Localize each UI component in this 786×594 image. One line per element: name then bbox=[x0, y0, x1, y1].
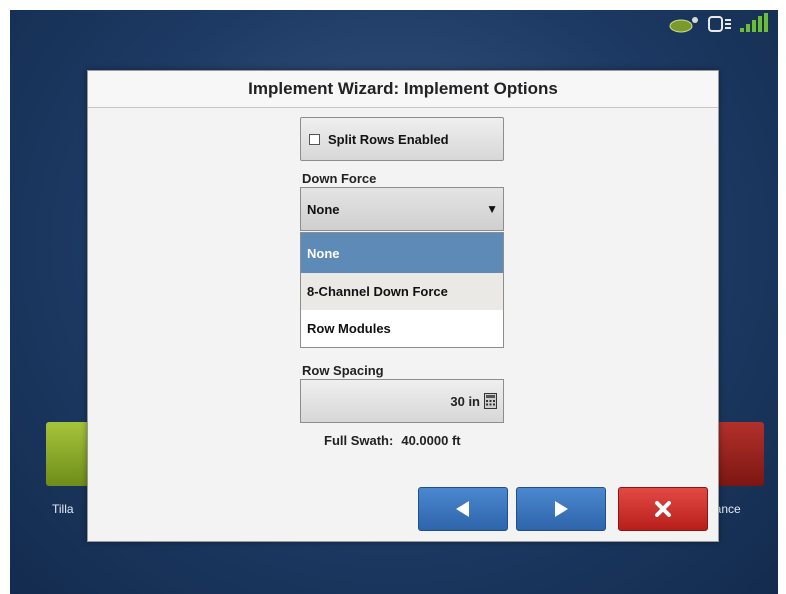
full-swath-value: 40.0000 ft bbox=[401, 433, 461, 448]
next-button[interactable] bbox=[516, 487, 606, 531]
down-force-options-list: None 8-Channel Down Force Row Modules bbox=[300, 232, 504, 348]
wifi-signal-icon[interactable] bbox=[738, 12, 772, 36]
down-force-option-8-channel[interactable]: 8-Channel Down Force bbox=[301, 273, 503, 310]
implement-wizard-dialog: Implement Wizard: Implement Options Spli… bbox=[87, 70, 719, 542]
split-rows-checkbox-button[interactable]: Split Rows Enabled bbox=[300, 117, 504, 161]
gps-antenna-icon[interactable] bbox=[668, 14, 702, 34]
home-screen: Tilla dance Implement Wizard: Implement … bbox=[10, 10, 778, 594]
previous-button[interactable] bbox=[418, 487, 508, 531]
down-force-selected-value: None bbox=[307, 201, 340, 217]
split-rows-checkbox[interactable] bbox=[309, 133, 320, 145]
status-bar bbox=[668, 12, 772, 36]
calculator-icon[interactable] bbox=[484, 393, 497, 409]
cancel-button[interactable] bbox=[618, 487, 708, 531]
chevron-down-icon[interactable]: ▼ bbox=[486, 202, 498, 216]
tillage-app-label: Tilla bbox=[52, 502, 74, 516]
down-force-option-none[interactable]: None bbox=[301, 233, 503, 273]
arrow-left-icon bbox=[456, 501, 469, 517]
arrow-right-icon bbox=[555, 501, 568, 517]
row-spacing-field[interactable]: 30 in bbox=[300, 379, 504, 423]
down-force-label: Down Force bbox=[302, 171, 377, 186]
down-force-option-row-modules[interactable]: Row Modules bbox=[301, 310, 503, 347]
row-spacing-value: 30 in bbox=[450, 393, 480, 409]
full-swath-readout: Full Swath: 40.0000 ft bbox=[324, 433, 461, 448]
row-spacing-label: Row Spacing bbox=[302, 363, 384, 378]
full-swath-label: Full Swath: bbox=[324, 433, 394, 448]
close-icon bbox=[655, 501, 671, 517]
split-rows-label: Split Rows Enabled bbox=[328, 131, 449, 147]
dialog-title: Implement Wizard: Implement Options bbox=[88, 71, 718, 108]
display-icon[interactable] bbox=[708, 14, 732, 34]
down-force-dropdown[interactable]: None ▼ bbox=[300, 187, 504, 231]
